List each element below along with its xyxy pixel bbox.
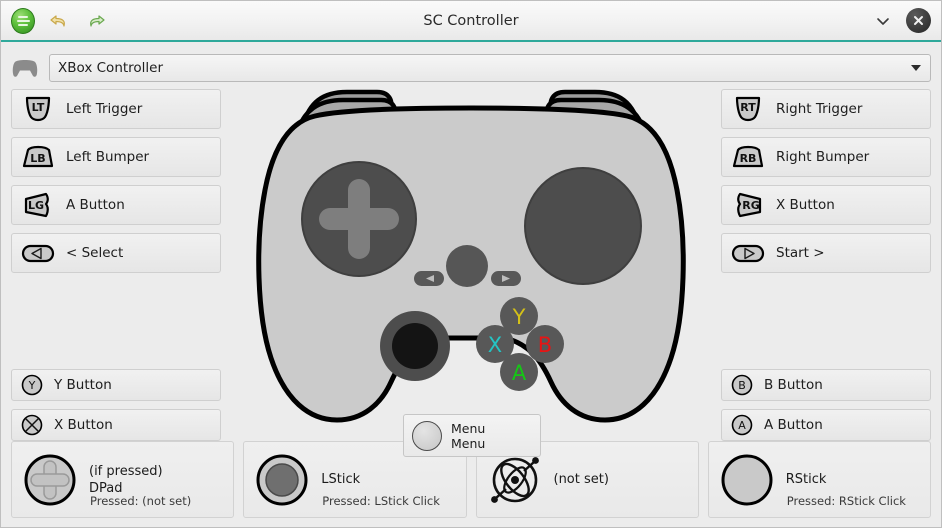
right-lower-bindings: B B Button A A Button xyxy=(721,369,931,441)
chevron-down-icon[interactable] xyxy=(872,10,894,32)
svg-text:LB: LB xyxy=(30,152,45,165)
bumper-rb-icon: RB xyxy=(729,142,767,172)
caret-down-icon xyxy=(911,64,921,71)
trigger-rt-icon: RT xyxy=(729,94,767,124)
svg-text:A: A xyxy=(512,361,527,385)
lstick-icon xyxy=(254,452,310,508)
svg-text:A: A xyxy=(738,419,746,432)
svg-text:Y: Y xyxy=(512,305,526,329)
menu-tooltip-line2: Menu xyxy=(451,435,486,451)
pane-text: LStick xyxy=(321,471,360,488)
menu-button-tooltip[interactable]: Menu Menu xyxy=(403,414,541,457)
binding-start[interactable]: Start > xyxy=(721,233,931,273)
sc-controller-window: SC Controller XBox Controller LT Left Tr… xyxy=(0,0,942,528)
binding-y-button[interactable]: Y Y Button xyxy=(11,369,221,401)
gyro-atom-icon xyxy=(487,452,543,508)
binding-left-trigger[interactable]: LT Left Trigger xyxy=(11,89,221,129)
binding-left-bumper[interactable]: LB Left Bumper xyxy=(11,137,221,177)
select-back-icon xyxy=(19,238,57,268)
binding-label: Y Button xyxy=(54,377,112,393)
controller-select-row: XBox Controller xyxy=(1,49,941,86)
controller-select-value: XBox Controller xyxy=(58,59,164,76)
titlebar-left-group xyxy=(11,7,109,34)
pane-sub: Pressed: (not set) xyxy=(90,494,192,508)
pane-line1: LStick xyxy=(321,472,361,487)
main-area: LT Left Trigger LB Left Bumper LG A Butt… xyxy=(1,86,941,457)
binding-right-grip[interactable]: RG X Button xyxy=(721,185,931,225)
binding-right-trigger[interactable]: RT Right Trigger xyxy=(721,89,931,129)
svg-text:LT: LT xyxy=(32,101,45,114)
pane-text: (not set) xyxy=(554,471,609,488)
binding-x-button[interactable]: X Button xyxy=(11,409,221,441)
binding-label: X Button xyxy=(54,417,113,433)
binding-label: Left Bumper xyxy=(66,149,150,165)
binding-label: Left Trigger xyxy=(66,101,143,117)
svg-text:B: B xyxy=(538,333,552,357)
menu-button-icon xyxy=(412,420,442,451)
pane-dpad[interactable]: (if pressed) DPad Pressed: (not set) xyxy=(11,441,235,518)
grip-rg-icon: RG xyxy=(729,190,767,220)
svg-text:B: B xyxy=(738,379,746,392)
a-button-icon: A xyxy=(729,412,755,438)
binding-label: < Select xyxy=(66,245,124,261)
binding-label: B Button xyxy=(764,377,823,393)
svg-text:LG: LG xyxy=(28,199,44,212)
pane-text: (if pressed) DPad xyxy=(89,463,163,497)
trigger-lt-icon: LT xyxy=(19,94,57,124)
controller-diagram: Y X B A xyxy=(241,86,701,431)
left-binding-column: LT Left Trigger LB Left Bumper LG A Butt… xyxy=(11,86,221,441)
bumper-lb-icon: LB xyxy=(19,142,57,172)
binding-label: Right Trigger xyxy=(776,101,863,117)
left-lower-bindings: Y Y Button X Button xyxy=(11,369,221,441)
binding-label: X Button xyxy=(776,197,835,213)
svg-text:X: X xyxy=(488,333,502,357)
menu-tooltip-line1: Menu xyxy=(451,420,486,436)
svg-text:RG: RG xyxy=(742,199,760,212)
svg-text:RT: RT xyxy=(740,101,756,114)
controller-select-dropdown[interactable]: XBox Controller xyxy=(49,53,931,82)
pane-line1: (not set) xyxy=(553,472,609,487)
svg-text:RB: RB xyxy=(740,152,757,165)
binding-left-grip[interactable]: LG A Button xyxy=(11,185,221,225)
titlebar-right-group xyxy=(872,8,931,33)
b-button-icon: B xyxy=(729,372,755,398)
close-icon[interactable] xyxy=(906,8,931,33)
pane-rstick[interactable]: RStick Pressed: RStick Click xyxy=(707,441,931,518)
gamepad-icon xyxy=(11,57,39,79)
binding-select[interactable]: < Select xyxy=(11,233,221,273)
rstick-icon xyxy=(719,452,775,508)
pane-text: RStick xyxy=(786,471,827,488)
pane-line1: RStick xyxy=(785,472,827,487)
start-icon xyxy=(729,238,767,268)
y-button-icon: Y xyxy=(19,372,45,398)
binding-label: A Button xyxy=(66,197,125,213)
binding-label: Start > xyxy=(776,245,825,261)
undo-arrow-icon[interactable] xyxy=(46,8,72,34)
sc-controller-logo-icon xyxy=(11,7,35,34)
binding-right-bumper[interactable]: RB Right Bumper xyxy=(721,137,931,177)
pane-line1: (if pressed) xyxy=(89,463,163,479)
pane-sub: Pressed: LStick Click xyxy=(322,494,440,508)
right-binding-column: RT Right Trigger RB Right Bumper RG X Bu… xyxy=(721,86,931,441)
svg-text:Y: Y xyxy=(28,379,36,392)
binding-label: Right Bumper xyxy=(776,149,870,165)
x-button-icon xyxy=(19,412,45,438)
redo-arrow-icon[interactable] xyxy=(83,8,109,34)
binding-a-button[interactable]: A A Button xyxy=(721,409,931,441)
page-title: SC Controller xyxy=(423,12,519,29)
binding-label: A Button xyxy=(764,417,823,433)
binding-b-button[interactable]: B B Button xyxy=(721,369,931,401)
titlebar: SC Controller xyxy=(1,1,941,42)
grip-lg-icon: LG xyxy=(19,190,57,220)
pane-sub: Pressed: RStick Click xyxy=(786,494,906,508)
menu-tooltip-text: Menu Menu xyxy=(451,421,485,451)
dpad-icon xyxy=(22,452,78,508)
